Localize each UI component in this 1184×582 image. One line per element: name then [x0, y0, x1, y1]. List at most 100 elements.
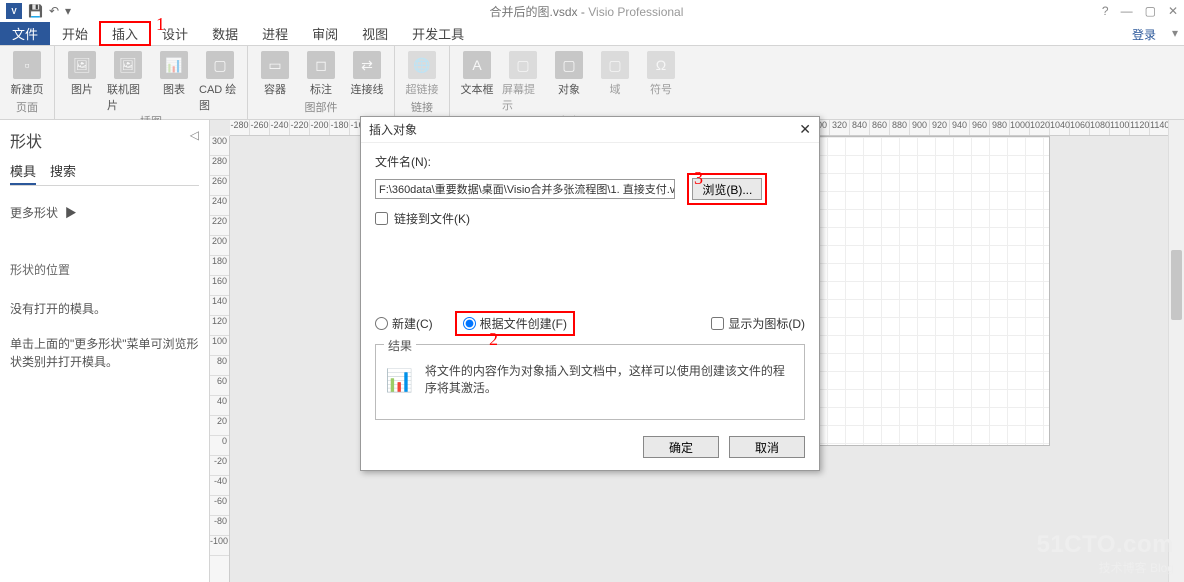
- radio-from-file[interactable]: 根据文件创建(F): [457, 313, 573, 334]
- ruler-tick: 1060: [1070, 120, 1090, 135]
- link-to-file-checkbox[interactable]: [375, 212, 388, 225]
- tab-view[interactable]: 视图: [350, 22, 400, 45]
- subtab-search[interactable]: 搜索: [50, 158, 76, 185]
- radio-new[interactable]: 新建(C): [375, 315, 433, 332]
- ruler-tick: 280: [210, 156, 229, 176]
- ruler-tick: 1100: [1110, 120, 1130, 135]
- subtab-stencil[interactable]: 模具: [10, 158, 36, 185]
- title-center: 合并后的图.vsdx - Visio Professional: [71, 3, 1102, 20]
- btn-connector[interactable]: ⇄连接线: [346, 48, 388, 97]
- tab-file[interactable]: 文件: [0, 22, 50, 45]
- watermark: 51CTO.com 技术博客 Blog: [1037, 531, 1174, 576]
- check-as-icon[interactable]: 显示为图标(D): [711, 315, 805, 332]
- tab-data[interactable]: 数据: [200, 22, 250, 45]
- ruler-tick: 900: [910, 120, 930, 135]
- filename-input[interactable]: F:\360data\重要数据\桌面\Visio合并多张流程图\1. 直接支付.…: [375, 179, 675, 199]
- radio-new-input[interactable]: [375, 317, 388, 330]
- group-label-parts: 图部件: [254, 99, 388, 117]
- filename-label: 文件名(N):: [375, 153, 805, 170]
- screentip-icon: ▢: [509, 51, 537, 79]
- ruler-tick: 880: [890, 120, 910, 135]
- ruler-tick: -60: [210, 496, 229, 516]
- ruler-tick: 1140: [1150, 120, 1170, 135]
- pane-collapse-icon[interactable]: ◁: [190, 128, 199, 142]
- btn-cad[interactable]: ▢CAD 绘图: [199, 48, 241, 113]
- tab-design[interactable]: 设计: [150, 22, 200, 45]
- undo-icon[interactable]: ↶: [49, 4, 59, 18]
- cancel-button[interactable]: 取消: [729, 436, 805, 458]
- ruler-tick: -220: [290, 120, 310, 135]
- ruler-tick: 120: [210, 316, 229, 336]
- ruler-tick: -240: [270, 120, 290, 135]
- btn-online-picture[interactable]: 🖼联机图片: [107, 48, 149, 113]
- link-to-file-row[interactable]: 链接到文件(K): [375, 210, 805, 227]
- group-illustration: 🖼图片 🖼联机图片 📊图表 ▢CAD 绘图 插图: [55, 46, 248, 119]
- btn-chart[interactable]: 📊图表: [153, 48, 195, 113]
- watermark-small: 技术博客 Blog: [1037, 559, 1174, 576]
- btn-new-page[interactable]: ▫新建页: [6, 48, 48, 97]
- ok-button[interactable]: 确定: [643, 436, 719, 458]
- ribbon: ▫新建页 页面 🖼图片 🖼联机图片 📊图表 ▢CAD 绘图 插图 ▭容器 ◻标注…: [0, 46, 1184, 120]
- ruler-tick: 20: [210, 416, 229, 436]
- ruler-tick: 920: [930, 120, 950, 135]
- ruler-tick: 140: [210, 296, 229, 316]
- btn-container[interactable]: ▭容器: [254, 48, 296, 97]
- ruler-tick: -40: [210, 476, 229, 496]
- tab-home[interactable]: 开始: [50, 22, 100, 45]
- link-to-file-label: 链接到文件(K): [394, 210, 470, 227]
- dialog-titlebar: 插入对象 ✕: [361, 117, 819, 143]
- btn-callout[interactable]: ◻标注: [300, 48, 342, 97]
- more-shapes-menu[interactable]: 更多形状 ▶: [10, 204, 199, 221]
- browse-button[interactable]: 浏览(B)...: [692, 178, 762, 200]
- ruler-tick: 960: [970, 120, 990, 135]
- group-link: 🌐超链接 链接: [395, 46, 450, 119]
- help-icon[interactable]: ?: [1102, 4, 1109, 18]
- radio-from-file-input[interactable]: [463, 317, 476, 330]
- login-link[interactable]: 登录: [1122, 22, 1166, 45]
- ruler-tick: -200: [310, 120, 330, 135]
- ruler-tick: 80: [210, 356, 229, 376]
- ruler-tick: 300: [210, 136, 229, 156]
- tab-devtools[interactable]: 开发工具: [400, 22, 476, 45]
- object-icon: ▢: [555, 51, 583, 79]
- as-icon-checkbox[interactable]: [711, 317, 724, 330]
- ruler-tick: -20: [210, 456, 229, 476]
- btn-textbox[interactable]: A文本框: [456, 48, 498, 113]
- tab-review[interactable]: 审阅: [300, 22, 350, 45]
- textbox-icon: A: [463, 51, 491, 79]
- vertical-scrollbar[interactable]: [1168, 120, 1184, 582]
- cad-icon: ▢: [206, 51, 234, 79]
- window-controls: ? — ▢ ✕: [1102, 4, 1178, 18]
- scrollbar-thumb[interactable]: [1171, 250, 1182, 320]
- ruler-tick: 220: [210, 216, 229, 236]
- tab-process[interactable]: 进程: [250, 22, 300, 45]
- no-stencil-text: 没有打开的模具。: [10, 300, 199, 317]
- collapse-ribbon-icon[interactable]: ▾: [1166, 22, 1184, 45]
- vertical-ruler: 3002802602402202001801601401201008060402…: [210, 136, 230, 582]
- stencil-hint-text: 单击上面的"更多形状"菜单可浏览形状类别并打开模具。: [10, 335, 199, 371]
- ruler-tick: -100: [210, 536, 229, 556]
- tab-insert[interactable]: 插入: [100, 22, 150, 45]
- watermark-big: 51CTO.com: [1037, 531, 1174, 559]
- dialog-title-text: 插入对象: [369, 121, 417, 138]
- btn-picture[interactable]: 🖼图片: [61, 48, 103, 113]
- ruler-tick: 1020: [1030, 120, 1050, 135]
- close-icon[interactable]: ✕: [1168, 4, 1178, 18]
- picture-icon: 🖼: [68, 51, 96, 79]
- document-filename: 合并后的图.vsdx: [490, 5, 578, 19]
- ruler-tick: 0: [210, 436, 229, 456]
- result-icon: 📊: [384, 363, 415, 399]
- create-mode-row: 新建(C) 根据文件创建(F) 显示为图标(D): [375, 313, 805, 334]
- save-icon[interactable]: 💾: [28, 4, 43, 18]
- app-name: Visio Professional: [588, 5, 683, 19]
- restore-icon[interactable]: ▢: [1145, 4, 1156, 18]
- ruler-tick: 1000: [1010, 120, 1030, 135]
- minimize-icon[interactable]: —: [1121, 4, 1133, 18]
- ruler-tick: 320: [830, 120, 850, 135]
- chevron-right-icon: ▶: [65, 206, 77, 220]
- ruler-tick: -80: [210, 516, 229, 536]
- btn-object[interactable]: ▢对象: [548, 48, 590, 113]
- callout-icon: ◻: [307, 51, 335, 79]
- dialog-close-icon[interactable]: ✕: [799, 121, 811, 138]
- result-text: 将文件的内容作为对象插入到文档中，这样可以使用创建该文件的程序将其激活。: [425, 363, 796, 399]
